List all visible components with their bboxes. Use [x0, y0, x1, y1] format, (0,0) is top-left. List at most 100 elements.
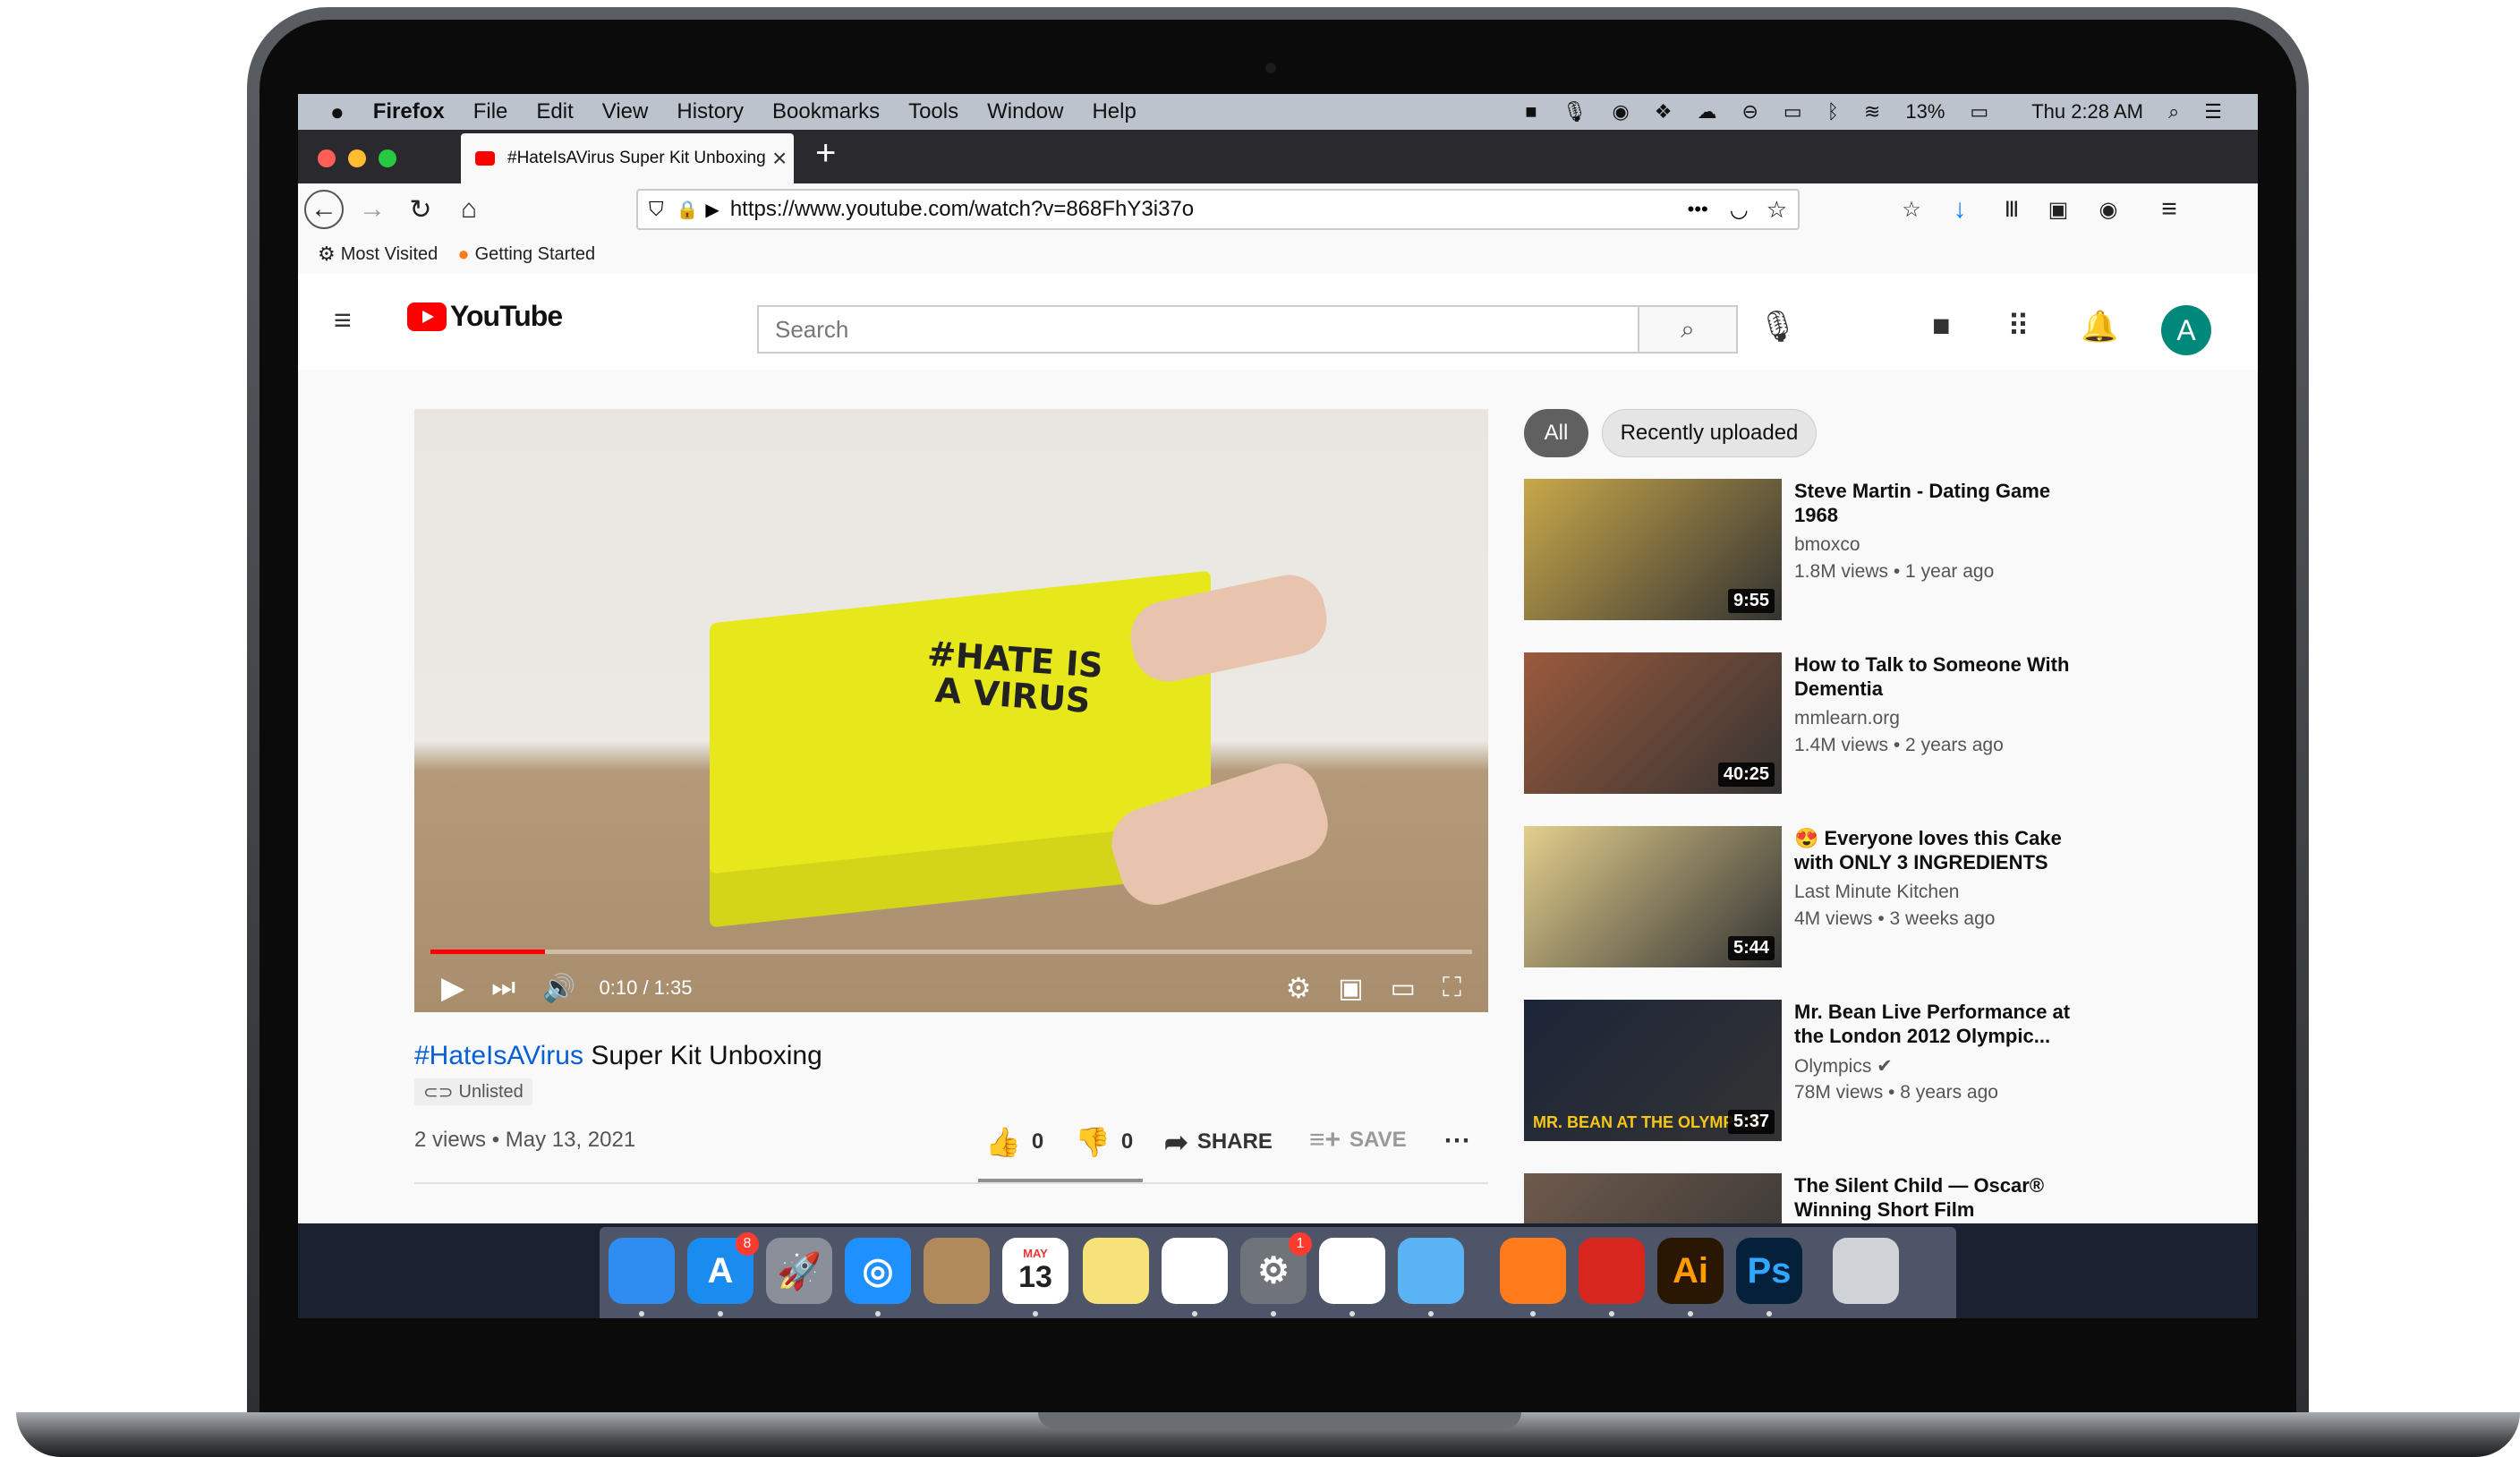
recommendation-title[interactable]: The Silent Child — Oscar® Winning Short …: [1794, 1173, 2090, 1222]
recommendation-thumbnail[interactable]: 9:55: [1524, 479, 1782, 620]
reminders-icon[interactable]: [1162, 1238, 1228, 1304]
page-actions-icon[interactable]: •••: [1688, 198, 1708, 221]
chip-all[interactable]: All: [1524, 409, 1588, 457]
recommendation-thumbnail[interactable]: 5:44: [1524, 826, 1782, 967]
notes-icon[interactable]: [1083, 1238, 1149, 1304]
video-hashtag-link[interactable]: #HateIsAVirus: [414, 1041, 583, 1070]
tab-close-icon[interactable]: ×: [772, 144, 787, 173]
apple-menu-icon[interactable]: ●: [330, 98, 345, 126]
apps-grid-icon[interactable]: ⠿: [2007, 309, 2030, 345]
microphone-icon[interactable]: 🎙: [1562, 100, 1588, 124]
play-button[interactable]: ▶: [441, 970, 464, 1006]
video-camera-icon[interactable]: ■: [1525, 100, 1537, 124]
calendar-icon[interactable]: MAY 13: [1002, 1238, 1068, 1304]
airplay-icon[interactable]: ▭: [1784, 100, 1802, 124]
recommendation-title[interactable]: Mr. Bean Live Performance at the London …: [1794, 1000, 2090, 1048]
illustrator-icon[interactable]: Ai: [1657, 1238, 1724, 1304]
recommendation-title[interactable]: Steve Martin - Dating Game 1968: [1794, 479, 2090, 527]
menu-tools[interactable]: Tools: [908, 99, 958, 124]
acrobat-icon[interactable]: [1579, 1238, 1645, 1304]
dislike-button[interactable]: 👎 0: [1075, 1125, 1133, 1159]
spotlight-icon[interactable]: ⌕: [2168, 100, 2179, 124]
search-box[interactable]: Search: [757, 305, 1639, 354]
volume-icon[interactable]: 🔊: [542, 973, 575, 1004]
recommendation-thumbnail[interactable]: 40:25: [1524, 652, 1782, 794]
avatar[interactable]: A: [2161, 305, 2211, 355]
settings-gear-icon[interactable]: ⚙: [1286, 971, 1312, 1005]
hamburger-menu-icon[interactable]: ≡: [2149, 189, 2190, 230]
menu-window[interactable]: Window: [987, 99, 1063, 124]
youtube-logo[interactable]: YouTube: [407, 300, 563, 333]
recommendation-item[interactable]: MR. BEAN AT THE OLYMPICS 5:37 Mr. Bean Liv…: [1524, 1000, 2097, 1141]
close-window-button[interactable]: [318, 149, 336, 167]
new-tab-button[interactable]: +: [815, 133, 836, 174]
messages-icon[interactable]: [1398, 1238, 1464, 1304]
recommendation-thumbnail[interactable]: MR. BEAN AT THE OLYMPICS 5:37: [1524, 1000, 1782, 1141]
recommendation-channel[interactable]: Olympics ✔: [1794, 1055, 1893, 1078]
recommendation-item[interactable]: 9:55 Steve Martin - Dating Game 1968 bmoxc…: [1524, 479, 2097, 620]
photoshop-icon[interactable]: Ps: [1736, 1238, 1802, 1304]
share-button[interactable]: ➦ SHARE: [1164, 1125, 1273, 1159]
lock-icon[interactable]: 🔒: [677, 199, 699, 221]
progress-bar[interactable]: [430, 950, 1472, 954]
wifi-icon[interactable]: ≋: [1864, 100, 1880, 124]
recommendation-title[interactable]: 😍 Everyone loves this Cake with ONLY 3 I…: [1794, 826, 2090, 874]
search-button[interactable]: ⌕: [1639, 305, 1738, 354]
menu-help[interactable]: Help: [1092, 99, 1136, 124]
create-video-icon[interactable]: ■: [1932, 309, 1951, 344]
library-icon[interactable]: Ⅲ: [1991, 189, 2032, 230]
menu-view[interactable]: View: [602, 99, 649, 124]
reload-button[interactable]: ↻: [400, 189, 441, 230]
forward-button[interactable]: →: [352, 189, 393, 230]
back-button[interactable]: ←: [303, 189, 345, 230]
search-input[interactable]: Search: [775, 316, 1562, 344]
bookmark-most-visited[interactable]: Most Visited: [341, 244, 438, 265]
pocket-icon[interactable]: ◡: [1730, 197, 1749, 223]
downloads-icon[interactable]: ↓: [1939, 189, 1980, 230]
clock[interactable]: Thu 2:28 AM: [2031, 100, 2143, 124]
launchpad-icon[interactable]: 🚀: [766, 1238, 832, 1304]
more-actions-icon[interactable]: ⋯: [1443, 1125, 1470, 1156]
home-button[interactable]: ⌂: [448, 189, 490, 230]
next-button[interactable]: ⏭: [491, 973, 515, 1003]
url-bar[interactable]: ⛉ 🔒 ▶ https://www.youtube.com/watch?v=86…: [636, 189, 1800, 230]
minimize-window-button[interactable]: [348, 149, 366, 167]
recommendation-channel[interactable]: mmlearn.org: [1794, 708, 1900, 729]
chip-recently-uploaded[interactable]: Recently uploaded: [1602, 409, 1817, 457]
control-center-icon[interactable]: ☰: [2204, 100, 2222, 124]
zoom-window-button[interactable]: [379, 149, 396, 167]
menu-file[interactable]: File: [473, 99, 508, 124]
app-store-icon[interactable]: A8: [687, 1232, 759, 1304]
url-text[interactable]: https://www.youtube.com/watch?v=868FhY3i…: [730, 197, 1194, 222]
dropbox-icon[interactable]: ❖: [1655, 100, 1673, 124]
firefox-icon[interactable]: [1500, 1238, 1566, 1304]
recommendation-channel[interactable]: bmoxco: [1794, 534, 1860, 556]
safari-icon[interactable]: ◎: [845, 1238, 911, 1304]
voice-search-icon[interactable]: 🎙: [1758, 309, 1797, 345]
browser-tab[interactable]: #HateIsAVirus Super Kit Unboxing ×: [461, 133, 794, 183]
guide-menu-icon[interactable]: ≡: [334, 303, 352, 338]
recommendation-item[interactable]: 5:44 😍 Everyone loves this Cake with ONLY…: [1524, 826, 2097, 967]
cloud-upload-icon[interactable]: ☁: [1697, 100, 1716, 124]
theater-mode-icon[interactable]: ▭: [1391, 973, 1416, 1004]
menu-edit[interactable]: Edit: [536, 99, 573, 124]
battery-percent[interactable]: 13%: [1905, 100, 1945, 124]
system-preferences-icon[interactable]: ⚙ 1: [1240, 1232, 1312, 1304]
finder-icon[interactable]: [609, 1238, 675, 1304]
notifications-bell-icon[interactable]: 🔔: [2081, 309, 2118, 345]
contacts-icon[interactable]: [924, 1238, 990, 1304]
like-button[interactable]: 👍 0: [985, 1125, 1043, 1159]
shield-icon[interactable]: ⛉: [649, 198, 664, 221]
reading-list-icon[interactable]: ☆: [1891, 189, 1932, 230]
menu-history[interactable]: History: [677, 99, 744, 124]
trash-icon[interactable]: [1833, 1238, 1899, 1304]
fullscreen-icon[interactable]: ⛶: [1443, 973, 1461, 1003]
chrome-icon[interactable]: [1319, 1238, 1385, 1304]
autoplay-blocked-icon[interactable]: ▶: [705, 199, 719, 221]
recommendation-item[interactable]: 40:25 How to Talk to Someone With Dementi…: [1524, 652, 2097, 794]
sidebar-icon[interactable]: ▣: [2038, 189, 2079, 230]
bluetooth-icon[interactable]: ᛒ: [1827, 100, 1839, 124]
recommendation-title[interactable]: How to Talk to Someone With Dementia: [1794, 652, 2090, 701]
video-player[interactable]: #HATE IS A VIRUS ▶ ⏭ 🔊 0:10 / 1:35 ⚙ ▣ ▭…: [414, 409, 1488, 1012]
miniplayer-icon[interactable]: ▣: [1338, 973, 1363, 1004]
